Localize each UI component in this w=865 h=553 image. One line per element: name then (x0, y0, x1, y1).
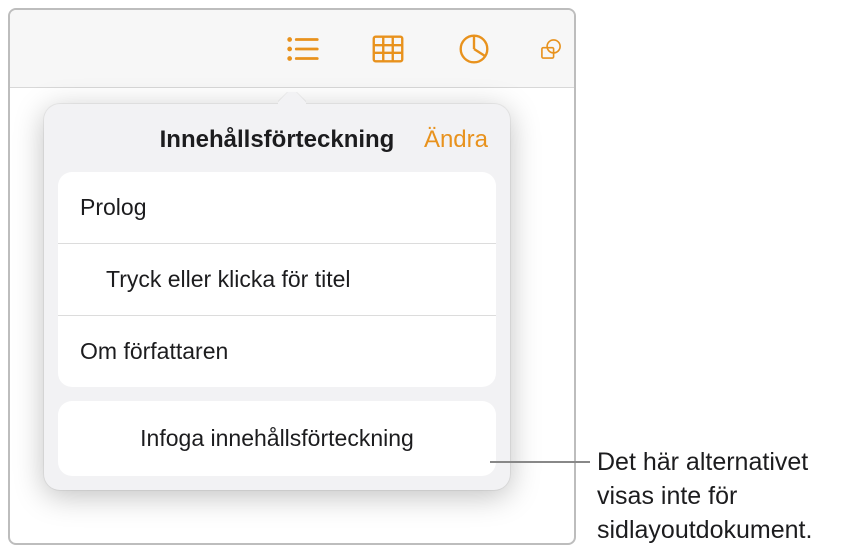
toc-popover: Innehållsförteckning Ändra Prolog Tryck … (44, 104, 510, 490)
table-icon[interactable] (366, 27, 410, 71)
edit-button[interactable]: Ändra (424, 126, 488, 154)
toc-icon[interactable] (280, 27, 324, 71)
insert-toc-button[interactable]: Infoga innehållsförteckning (58, 401, 496, 476)
popover-title: Innehållsförteckning (160, 126, 395, 154)
toc-item[interactable]: Tryck eller klicka för titel (58, 244, 496, 316)
callout-line (490, 461, 590, 463)
popover-header: Innehållsförteckning Ändra (44, 104, 510, 172)
toc-list: Prolog Tryck eller klicka för titel Om f… (58, 172, 496, 387)
toolbar (10, 10, 574, 88)
callout-text: Det här alternativet visas inte för sidl… (597, 446, 857, 547)
chart-icon[interactable] (452, 27, 496, 71)
toc-item[interactable]: Om författaren (58, 316, 496, 387)
shape-icon[interactable] (538, 27, 564, 71)
toc-item[interactable]: Prolog (58, 172, 496, 244)
app-frame: Innehållsförteckning Ändra Prolog Tryck … (8, 8, 576, 545)
